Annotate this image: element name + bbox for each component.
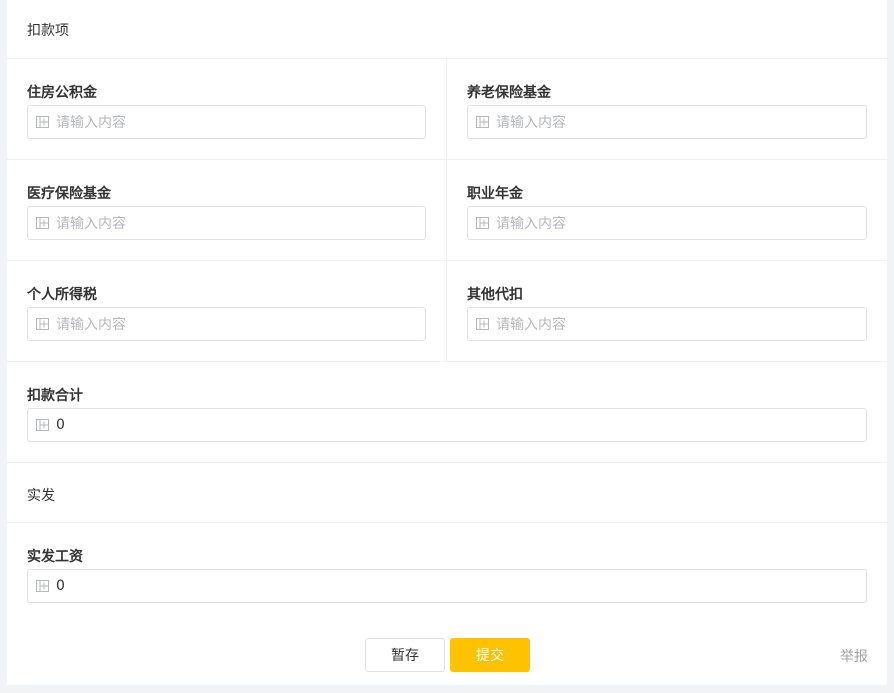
divider [7,58,887,59]
income-tax-input[interactable]: 请输入内容 [27,307,426,341]
calendar-grid-icon [36,318,49,330]
housing-fund-label: 住房公积金 [27,85,97,101]
report-link[interactable]: 举报 [840,646,868,666]
other-deductions-label: 其他代扣 [467,287,523,303]
divider [7,522,887,523]
salary-form: 扣款项 住房公积金 请输入内容 养老保险基金 请输入内容 医疗保险基金 请输入内… [7,0,887,624]
pension-fund-placeholder: 请输入内容 [496,115,566,131]
deduction-total-label: 扣款合计 [27,388,83,404]
calendar-grid-icon [36,419,49,431]
deductions-section-title: 扣款项 [27,23,69,39]
calendar-grid-icon [476,217,489,229]
calendar-grid-icon [476,116,489,128]
occupational-annuity-label: 职业年金 [467,186,523,202]
deduction-total-input[interactable]: 0 [27,408,867,442]
divider [7,159,887,160]
housing-fund-input[interactable]: 请输入内容 [27,105,426,139]
other-deductions-input[interactable]: 请输入内容 [467,307,867,341]
divider [7,462,887,463]
deduction-total-value: 0 [56,417,65,433]
net-salary-value: 0 [56,578,65,594]
income-tax-label: 个人所得税 [27,287,97,303]
income-tax-placeholder: 请输入内容 [56,317,126,333]
occupational-annuity-placeholder: 请输入内容 [496,216,566,232]
divider [7,260,887,261]
page: 扣款项 住房公积金 请输入内容 养老保险基金 请输入内容 医疗保险基金 请输入内… [7,0,887,693]
calendar-grid-icon [36,217,49,229]
form-footer: 暂存 提交 举报 [7,624,887,685]
medical-fund-label: 医疗保险基金 [27,186,111,202]
housing-fund-placeholder: 请输入内容 [56,115,126,131]
calendar-grid-icon [476,318,489,330]
actual-section-title: 实发 [27,488,55,504]
net-salary-input[interactable]: 0 [27,569,867,603]
net-salary-label: 实发工资 [27,549,83,565]
submit-button[interactable]: 提交 [450,638,530,672]
other-deductions-placeholder: 请输入内容 [496,317,566,333]
pension-fund-label: 养老保险基金 [467,85,551,101]
pension-fund-input[interactable]: 请输入内容 [467,105,867,139]
medical-fund-input[interactable]: 请输入内容 [27,206,426,240]
calendar-grid-icon [36,580,49,592]
save-draft-button[interactable]: 暂存 [365,638,445,672]
column-divider [446,58,447,361]
occupational-annuity-input[interactable]: 请输入内容 [467,206,867,240]
calendar-grid-icon [36,116,49,128]
medical-fund-placeholder: 请输入内容 [56,216,126,232]
divider [7,361,887,362]
